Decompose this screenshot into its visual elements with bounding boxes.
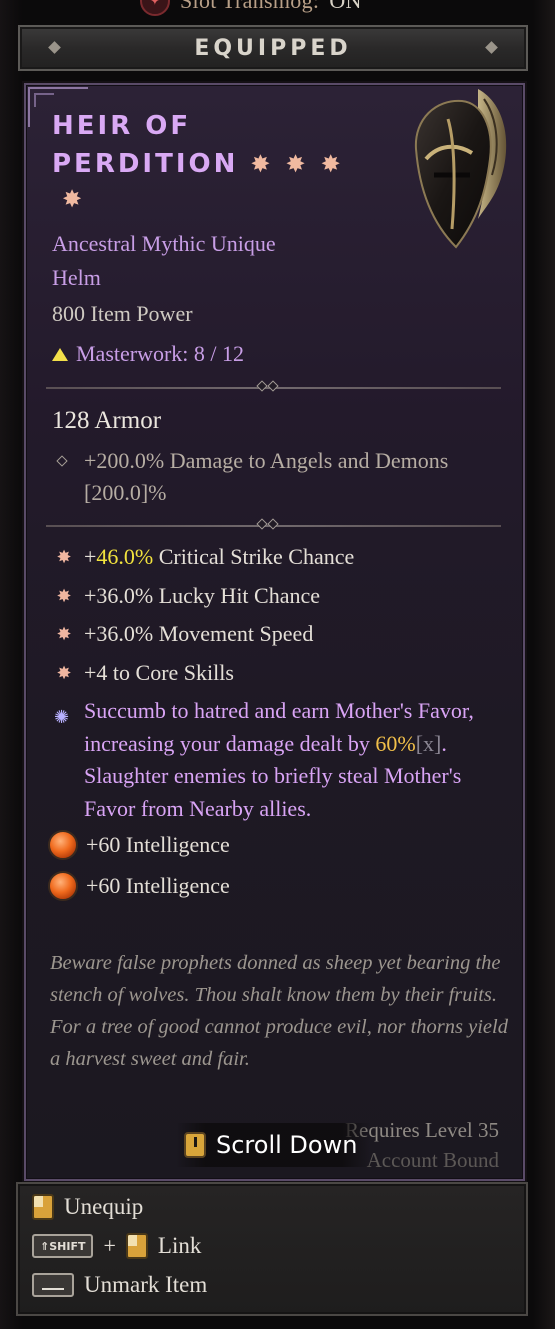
implicit-diamond-icon: [56, 455, 68, 467]
item-name-line1: HEIR OF: [52, 111, 192, 141]
socket-row: +60 Intelligence: [48, 870, 510, 911]
unique-power-icon: ✺: [54, 707, 70, 727]
implicit-text: +200.0% Damage to Angels and Demons [200…: [84, 448, 449, 505]
affix-row: ✸ +46.0% Critical Strike Chance: [50, 541, 510, 580]
unique-power-bracket: [x]: [415, 730, 442, 756]
affix-text: +36.0% Movement Speed: [84, 621, 314, 646]
affix-text: +4 to Core Skills: [84, 659, 234, 685]
socket-text: +60 Intelligence: [86, 832, 230, 857]
ruby-gem-icon: [48, 830, 78, 860]
link-label: Link: [157, 1233, 202, 1258]
socket-text: +60 Intelligence: [86, 873, 230, 898]
transmog-label: Slot Transmog:: [180, 0, 320, 13]
socket-row: +60 Intelligence: [48, 829, 510, 870]
left-mouse-icon: [125, 1233, 148, 1259]
divider-ornament-icon: [256, 518, 280, 530]
ancestral-star-icon: ✸: [62, 185, 83, 213]
affix-row: ✸ +36.0% Lucky Hit Chance: [50, 580, 510, 619]
unmark-item-button[interactable]: Unmark Item: [32, 1272, 207, 1298]
header-gem-right-icon: [485, 41, 498, 54]
transmog-icon: ✦: [140, 0, 170, 16]
controls-panel: Unequip ⇑ SHIFT + Link Unmark Item: [16, 1182, 528, 1316]
affix-list: ✸ +46.0% Critical Strike Chance ✸ +36.0%…: [48, 541, 510, 911]
transmog-value: ON: [329, 0, 362, 13]
greater-affix-icon: ✸: [56, 662, 72, 683]
affix-highlight: 46.0%: [96, 544, 154, 569]
affix-prefix: +: [84, 544, 97, 569]
shift-key-icon: ⇑ SHIFT: [32, 1234, 94, 1258]
item-power: 800 Item Power: [52, 301, 193, 326]
greater-affix-icon: ✸: [56, 547, 72, 567]
item-tooltip-panel: HEIR OF PERDITION ✸ ✸ ✸ ✸ Ancestral Myth…: [24, 83, 525, 1181]
link-button[interactable]: ⇑ SHIFT + Link: [32, 1233, 201, 1259]
item-tooltip-screen: ✦ Slot Transmog: ON EQUIPPED HEIR OF PER…: [0, 0, 555, 1329]
scroll-down-label: Scroll Down: [216, 1131, 358, 1159]
unequip-label: Unequip: [64, 1194, 144, 1219]
affix-text: Critical Strike Chance: [153, 544, 355, 569]
header-title: EQUIPPED: [194, 35, 352, 61]
left-mouse-icon: [32, 1194, 54, 1220]
item-rarity: Ancestral Mythic Unique: [52, 231, 276, 256]
implicit-affix: +200.0% Damage to Angels and Demons [200…: [52, 445, 492, 509]
unique-power: ✺ Succumb to hatred and earn Mother's Fa…: [50, 695, 510, 825]
spacebar-key-icon: [32, 1273, 74, 1297]
mouse-icon: [184, 1132, 206, 1158]
item-name: HEIR OF PERDITION ✸ ✸ ✸: [52, 107, 382, 183]
affix-text: +36.0% Lucky Hit Chance: [84, 582, 321, 608]
flavor-text: Beware false prophets donned as sheep ye…: [50, 952, 508, 1070]
equipped-header: EQUIPPED: [18, 25, 528, 71]
ancestral-star-icon: ✸: [320, 150, 344, 178]
item-name-line2: PERDITION: [52, 149, 239, 179]
masterwork-triangle-icon: [52, 347, 68, 361]
greater-affix-icon: ✸: [56, 585, 72, 606]
masterwork-text: Masterwork: 8 / 12: [76, 341, 245, 366]
unmark-label: Unmark Item: [84, 1272, 208, 1297]
affix-row: ✸ +36.0% Movement Speed: [50, 618, 510, 657]
helm-item-icon: [414, 89, 507, 249]
plus-sign: +: [103, 1233, 116, 1258]
shift-key-label: SHIFT: [49, 1239, 86, 1253]
unique-power-value: 60%: [375, 730, 416, 756]
ancestral-star-icon: ✸: [250, 150, 274, 178]
ancestral-star-icon: ✸: [285, 150, 309, 178]
header-gem-left-icon: [48, 41, 61, 54]
item-type: Helm: [52, 265, 101, 290]
masterwork-row: Masterwork: 8 / 12: [52, 341, 244, 367]
scroll-down-hint[interactable]: Scroll Down: [176, 1123, 372, 1167]
unequip-button[interactable]: Unequip: [32, 1194, 143, 1220]
ruby-gem-icon: [48, 871, 78, 901]
armor-value: 128 Armor: [52, 407, 162, 434]
affix-row: ✸ +4 to Core Skills: [50, 657, 510, 696]
divider-ornament-icon: [256, 380, 280, 392]
greater-affix-icon: ✸: [56, 624, 72, 644]
corner-ornament-inner: [34, 93, 54, 107]
transmog-status: ✦ Slot Transmog: ON: [140, 0, 362, 16]
